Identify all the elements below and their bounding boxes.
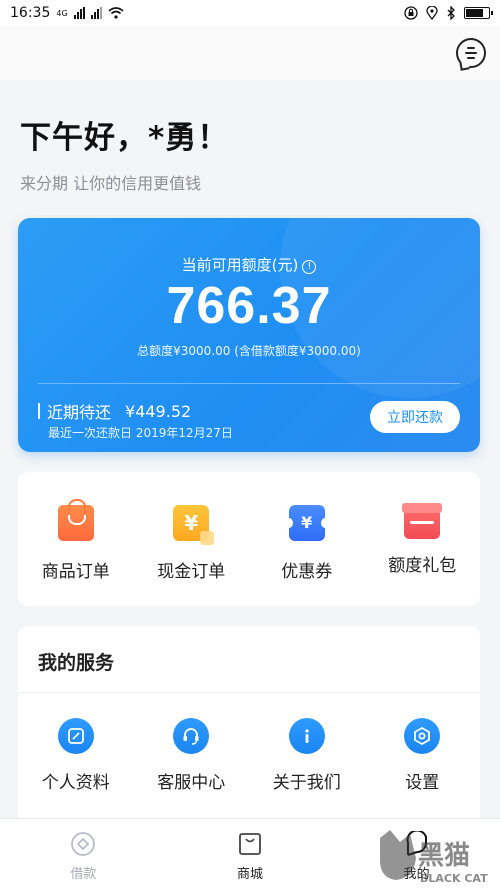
quick-item-limit-gift[interactable]: 额度礼包 (365, 472, 481, 606)
services-divider (18, 692, 480, 693)
services-row: 个人资料 客服中心 关于我们 设置 (18, 718, 480, 793)
quick-item-cash-orders[interactable]: ¥ 现金订单 (134, 472, 250, 606)
quick-actions-card: 商品订单 ¥ 现金订单 ¥ 优惠券 额度礼包 (18, 472, 480, 606)
services-title: 我的服务 (38, 652, 115, 674)
signal-icon (73, 7, 85, 19)
service-profile[interactable]: 个人资料 (18, 718, 134, 793)
quick-label: 额度礼包 (388, 556, 457, 576)
services-card: 我的服务 个人资料 客服中心 关于我们 设置 (18, 626, 480, 826)
message-icon[interactable] (456, 38, 486, 68)
service-customer-center[interactable]: 客服中心 (134, 718, 250, 793)
repay-now-button[interactable]: 立即还款 (370, 401, 460, 433)
credit-limit-card: 当前可用额度(元)! 766.37 总额度¥3000.00 (含借款额度¥300… (18, 218, 480, 452)
tab-loan[interactable]: 借款 (0, 819, 167, 888)
gift-icon (402, 503, 443, 539)
signal-icon-2 (90, 7, 102, 19)
available-limit-label: 当前可用额度(元) (181, 256, 299, 274)
last-repay-date: 最近一次还款日 2019年12月27日 (48, 426, 233, 440)
tab-label: 商城 (237, 867, 264, 882)
service-label: 设置 (405, 773, 440, 793)
quick-label: 现金订单 (157, 562, 226, 582)
cash-yen-icon: ¥ (173, 505, 215, 545)
available-limit-label-row: 当前可用额度(元)! (18, 254, 480, 275)
loan-icon (70, 831, 96, 857)
tab-label: 我的 (403, 867, 430, 882)
tab-profile[interactable]: 我的 (333, 819, 500, 888)
tab-label: 借款 (70, 867, 97, 882)
location-icon (426, 6, 438, 20)
service-label: 客服中心 (157, 773, 226, 793)
service-settings[interactable]: 设置 (365, 718, 481, 793)
due-row: 近期待还 ¥449.52 (38, 399, 191, 423)
quick-item-product-orders[interactable]: 商品订单 (18, 472, 134, 606)
quick-item-coupons[interactable]: ¥ 优惠券 (249, 472, 365, 606)
available-amount: 766.37 (166, 277, 332, 335)
info-icon[interactable]: ! (302, 260, 317, 274)
tab-mall[interactable]: 商城 (167, 819, 334, 888)
info-icon (288, 718, 325, 754)
battery-icon (464, 7, 493, 19)
top-toolbar (0, 26, 500, 80)
card-divider (38, 383, 460, 384)
bottom-tab-bar: 借款 商城 我的 (0, 818, 500, 888)
wifi-icon (108, 7, 124, 19)
status-time: 16:35 (10, 5, 51, 21)
bluetooth-icon (447, 6, 455, 20)
total-limit-text: 总额度¥3000.00 (含借款额度¥3000.00) (137, 344, 361, 358)
coupon-icon: ¥ (284, 505, 329, 541)
service-about-us[interactable]: 关于我们 (249, 718, 365, 793)
service-label: 个人资料 (41, 773, 110, 793)
due-amount: ¥449.52 (125, 401, 192, 421)
headset-icon (173, 718, 210, 754)
mall-icon (237, 831, 263, 857)
due-label: 近期待还 (47, 403, 112, 422)
settings-icon (404, 718, 441, 754)
quick-label: 优惠券 (281, 562, 333, 582)
status-bar: 16:35 4G (0, 0, 500, 26)
edit-icon (57, 718, 94, 754)
service-label: 关于我们 (272, 773, 341, 793)
quick-label: 商品订单 (41, 562, 110, 582)
greeting-subtitle: 来分期 让你的信用更值钱 (20, 174, 202, 193)
lock-icon (404, 6, 418, 20)
profile-icon (404, 831, 430, 857)
greeting-title: 下午好，*勇！ (20, 120, 230, 156)
due-bar (38, 403, 40, 419)
shopping-bag-icon (57, 499, 94, 541)
network-type: 4G (56, 8, 68, 18)
